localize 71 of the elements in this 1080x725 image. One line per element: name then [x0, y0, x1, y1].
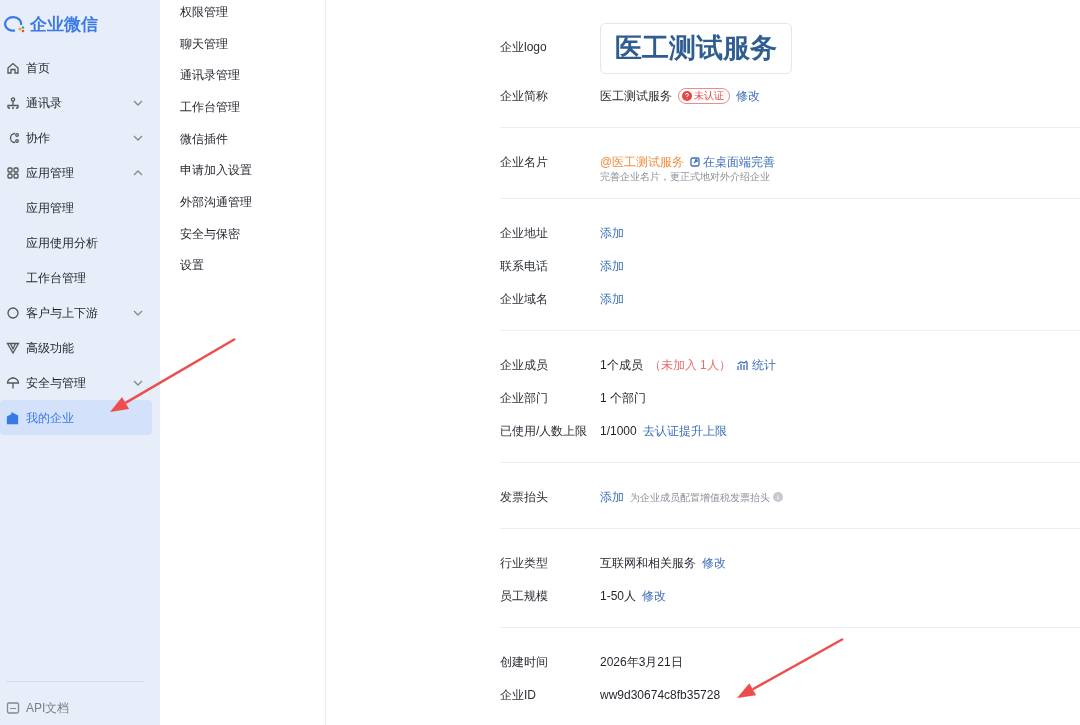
edit-link[interactable]: 添加	[600, 290, 624, 308]
sidebar-item[interactable]: 客户与上下游	[0, 295, 152, 330]
external-link-icon	[690, 157, 701, 167]
field-label: 发票抬头	[500, 488, 549, 506]
question-icon	[682, 91, 692, 101]
submenu-item[interactable]: 申请加入设置	[180, 154, 325, 187]
field-label: 企业简称	[500, 87, 549, 105]
stats-link[interactable]: 统计	[736, 356, 776, 374]
field-label: 创建时间	[500, 653, 549, 671]
hint-text: 为企业成员配置增值税发票抬头	[630, 489, 783, 505]
submenu-item[interactable]: 安全与保密	[180, 217, 325, 250]
field-label: 企业名片	[500, 153, 549, 171]
field-label: 行业类型	[500, 554, 549, 572]
edit-link[interactable]: 修改	[642, 587, 667, 605]
field-value: 1个成员	[600, 357, 643, 374]
field-label: 联系电话	[500, 257, 549, 275]
field-label: 已使用/人数上限	[500, 422, 589, 440]
field-value: 1-50人	[600, 588, 637, 605]
org-chart-icon	[6, 95, 20, 110]
field-value: ww9d30674c8fb35728	[600, 687, 721, 704]
sidebar-footer-link[interactable]: API文档	[6, 690, 144, 725]
chat-bubble-icon	[6, 305, 20, 320]
sidebar-item[interactable]: 高级功能	[0, 330, 152, 365]
buildings-icon	[6, 410, 20, 425]
sidebar-item[interactable]: 首页	[0, 50, 152, 85]
sidebar-item[interactable]: 应用管理	[0, 155, 152, 190]
sidebar-subitem[interactable]: 工作台管理	[0, 260, 152, 295]
document-icon	[6, 700, 20, 715]
field-label: 企业地址	[500, 224, 549, 242]
company-logo: 医工测试服务	[600, 23, 792, 74]
submenu-item[interactable]: 微信插件	[180, 122, 325, 155]
field-value: 医工测试服务	[600, 88, 672, 105]
field-value: 1 个部门	[600, 390, 646, 407]
field-value: 2026年3月21日	[600, 654, 683, 671]
sidebar-item[interactable]: 协作	[0, 120, 152, 155]
field-label: 企业部门	[500, 389, 549, 407]
field-label: 企业成员	[500, 356, 549, 374]
edit-link[interactable]: 添加	[600, 488, 624, 506]
edit-link[interactable]: 添加	[600, 224, 624, 242]
brand-name: 企业微信	[30, 14, 98, 37]
field-label: 员工规模	[500, 587, 549, 605]
company-card-name: @医工测试服务	[600, 154, 685, 171]
umbrella-icon	[6, 375, 20, 390]
sidebar-item[interactable]: 安全与管理	[0, 365, 152, 400]
sidebar-item[interactable]: 通讯录	[0, 85, 152, 120]
field-label: 企业ID	[500, 686, 537, 704]
home-icon	[6, 60, 20, 75]
submenu-item[interactable]: 工作台管理	[180, 91, 325, 123]
apps-grid-icon	[6, 165, 20, 180]
sidebar-subitem[interactable]: 应用管理	[0, 190, 152, 225]
brand-logo-icon	[4, 15, 26, 35]
field-label: 企业logo	[500, 39, 548, 56]
submenu-item[interactable]: 聊天管理	[180, 27, 325, 60]
edit-link[interactable]: 去认证提升上限	[642, 422, 727, 440]
edit-link[interactable]: 添加	[600, 257, 624, 275]
desktop-link[interactable]: 在桌面端完善	[690, 153, 776, 171]
submenu-item[interactable]: 外部沟通管理	[180, 186, 325, 218]
edit-link[interactable]: 修改	[736, 87, 760, 105]
submenu-item[interactable]: 设置	[180, 249, 325, 282]
submenu-item[interactable]: 通讯录管理	[180, 59, 325, 92]
bar-chart-icon	[736, 359, 749, 371]
field-value: 1/1000	[600, 423, 637, 440]
triangle-icon	[6, 340, 20, 355]
info-icon	[773, 492, 783, 502]
helper-text: 完善企业名片，更正式地对外介绍企业	[600, 169, 771, 184]
field-label: 企业域名	[500, 290, 549, 308]
edit-link[interactable]: 修改	[702, 554, 726, 572]
submenu-item[interactable]: 权限管理	[180, 0, 325, 28]
field-value: 互联网和相关服务	[600, 555, 696, 572]
pending-members-text: （未加入 1人）	[648, 357, 731, 374]
sidebar-subitem[interactable]: 应用使用分析	[0, 225, 152, 260]
